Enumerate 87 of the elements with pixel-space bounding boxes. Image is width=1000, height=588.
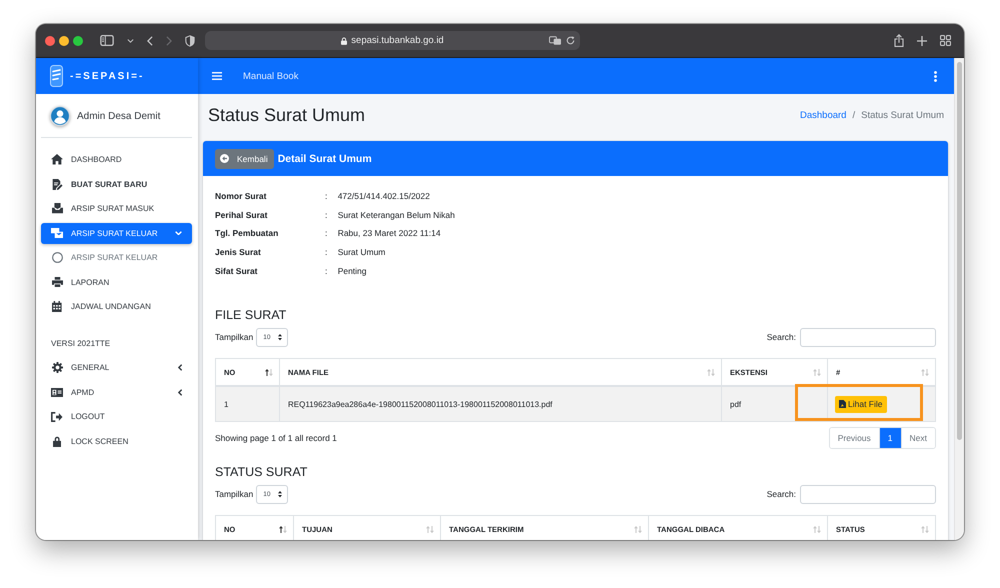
detail-separator: : xyxy=(325,247,328,258)
breadcrumb-current: Status Surat Umum xyxy=(861,110,944,121)
length-label: Tampilkan xyxy=(215,332,254,342)
menu-item[interactable]: JADWAL UNDANGAN xyxy=(41,296,192,317)
updown-caret-icon xyxy=(278,491,282,498)
detail-separator: : xyxy=(325,228,328,238)
file-icon xyxy=(839,400,846,408)
back-icon[interactable] xyxy=(147,36,153,46)
detail-value: Surat Umum xyxy=(338,247,386,258)
detail-label: Jenis Surat xyxy=(215,247,262,258)
grid-icon[interactable] xyxy=(940,35,951,46)
table-cell: REQ119623a9ea286a4e-198001152008011013-198001152008011013.pdf xyxy=(280,386,722,422)
user-name[interactable]: Admin Desa Demit xyxy=(77,110,160,122)
menu-item[interactable]: BUAT SURAT BARU xyxy=(41,174,192,194)
share-icon[interactable] xyxy=(894,34,904,47)
menu-item[interactable]: DASHBOARD xyxy=(41,149,192,170)
detail-separator: : xyxy=(325,266,328,276)
page-title: Status Surat Umum xyxy=(208,105,366,126)
calendar-icon xyxy=(52,301,62,312)
menu-item[interactable]: GENERAL xyxy=(41,357,192,378)
pen-document-icon xyxy=(52,178,62,190)
nav-link[interactable]: Manual Book xyxy=(243,70,298,82)
table-cell: 1 xyxy=(216,386,280,422)
sign-out-icon xyxy=(51,412,63,422)
submenu-item[interactable]: ARSIP SURAT KELUAR xyxy=(41,247,192,268)
address-bar[interactable]: sepasi.tubankab.go.id xyxy=(205,31,580,50)
detail-value: Surat Keterangan Belum Nikah xyxy=(338,210,455,220)
menu-icon[interactable] xyxy=(212,72,222,80)
zoom-icon[interactable] xyxy=(73,36,83,46)
reload-icon[interactable] xyxy=(566,36,575,45)
search-field[interactable] xyxy=(800,484,936,504)
chevron-down-icon[interactable] xyxy=(127,38,134,42)
tray-icon xyxy=(52,203,62,214)
printer-icon xyxy=(52,276,62,288)
section-title: STATUS SURAT xyxy=(215,464,308,480)
avatar-icon xyxy=(50,106,70,126)
menu-item[interactable]: LOCK SCREEN xyxy=(41,430,192,452)
logo-text[interactable]: -=SEPASI=- xyxy=(70,70,144,82)
card-title: Detail Surat Umum xyxy=(278,152,372,164)
detail-label: Nomor Surat xyxy=(215,191,268,202)
search-label: Search: xyxy=(766,489,796,500)
menu-item[interactable]: ARSIP SURAT MASUK xyxy=(41,198,192,219)
lock-icon xyxy=(341,36,348,44)
detail-separator: : xyxy=(325,210,328,220)
detail-value: Rabu, 23 Maret 2022 11:14 xyxy=(338,228,441,238)
envelopes-icon xyxy=(51,228,63,238)
updown-caret-icon xyxy=(278,334,282,341)
circle-arrow-left-icon xyxy=(220,154,229,163)
plus-icon[interactable] xyxy=(917,36,927,46)
id-card-icon xyxy=(51,388,63,396)
gear-icon xyxy=(52,362,62,373)
menu-item[interactable]: LOGOUT xyxy=(41,406,192,427)
sidebar-icon[interactable] xyxy=(100,35,114,46)
breadcrumb-separator: / xyxy=(852,110,856,121)
detail-label: Sifat Surat xyxy=(215,266,259,276)
table-cell: pdf xyxy=(722,386,828,422)
pagination-button[interactable]: 1 xyxy=(878,428,901,448)
search-field[interactable] xyxy=(800,328,936,347)
menu-item[interactable]: LAPORAN xyxy=(41,272,192,292)
house-icon xyxy=(51,154,63,165)
menu-item[interactable]: APMD xyxy=(41,382,192,402)
url-text: sepasi.tubankab.go.id xyxy=(351,35,444,46)
detail-value: 472/51/414.402.15/2022 xyxy=(338,191,430,202)
detail-value: Penting xyxy=(338,266,367,276)
length-label: Tampilkan xyxy=(215,489,254,500)
sort-icon[interactable] xyxy=(279,526,287,533)
translate-icon[interactable] xyxy=(549,36,561,45)
back-button[interactable]: Kembali xyxy=(215,148,274,168)
menu-header: VERSI 2021TTE xyxy=(50,338,112,350)
close-icon[interactable] xyxy=(45,36,55,46)
minimize-icon[interactable] xyxy=(59,36,69,46)
view-file-button[interactable]: Lihat File xyxy=(835,396,886,413)
detail-label: Tgl. Pembuatan xyxy=(215,228,280,238)
detail-separator: : xyxy=(325,191,328,202)
table-info: Showing page 1 of 1 all record 1 xyxy=(215,432,337,443)
menu-item[interactable]: ARSIP SURAT KELUAR xyxy=(41,222,192,244)
lock-icon xyxy=(52,436,62,446)
shield-icon[interactable] xyxy=(185,34,195,46)
section-title: FILE SURAT xyxy=(215,306,288,323)
search-label: Search: xyxy=(766,332,796,342)
circle-icon xyxy=(52,252,62,263)
logo-icon xyxy=(50,65,63,87)
breadcrumb-link[interactable]: Dashboard xyxy=(800,110,846,121)
scrollbar-thumb[interactable] xyxy=(957,62,962,440)
more-icon[interactable] xyxy=(934,70,937,82)
sort-icon[interactable] xyxy=(265,368,273,376)
detail-label: Perihal Surat xyxy=(215,210,268,220)
